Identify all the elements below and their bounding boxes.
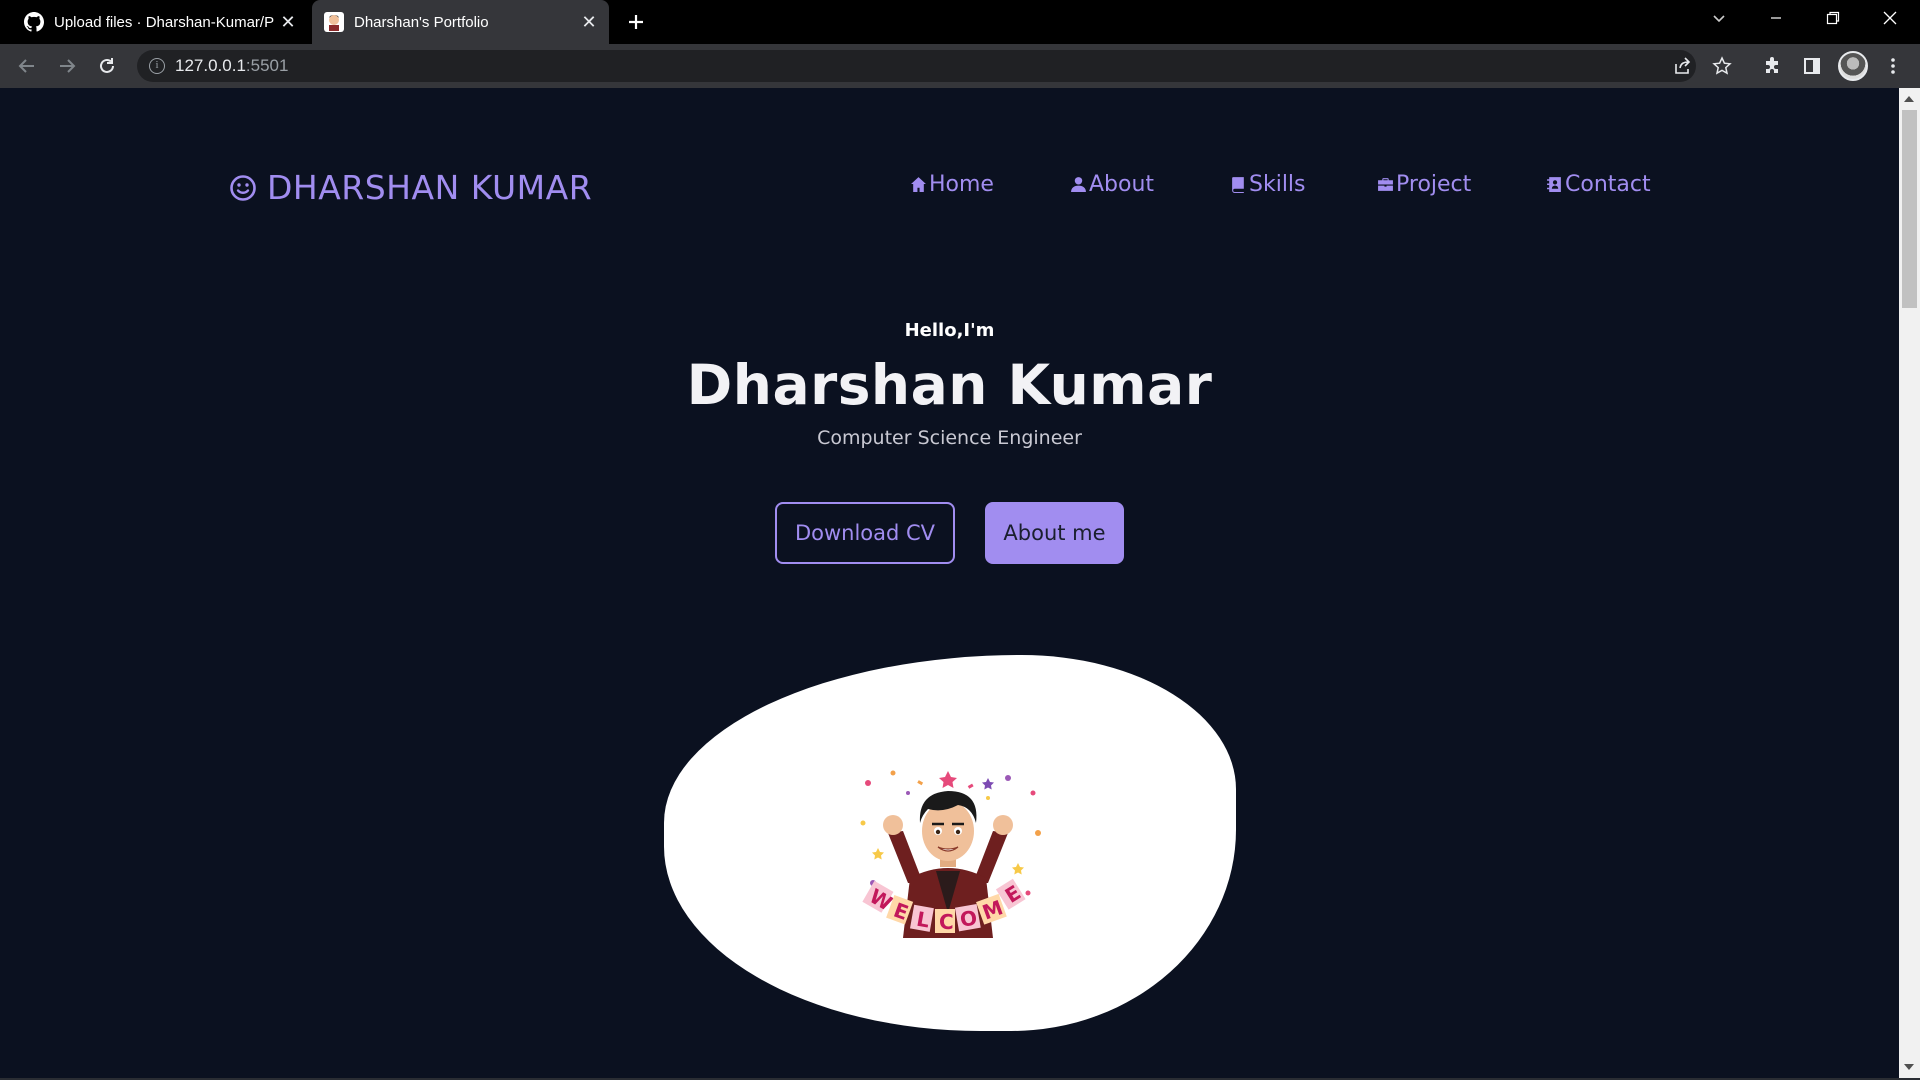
house-icon — [911, 177, 926, 192]
page-scrollbar[interactable] — [1899, 88, 1920, 1078]
new-tab-button[interactable] — [622, 8, 650, 36]
share-icon[interactable] — [1666, 50, 1698, 82]
back-arrow-icon[interactable] — [11, 50, 43, 82]
hero-greeting: Hello,I'm — [904, 320, 995, 341]
side-panel-icon[interactable] — [1796, 50, 1828, 82]
extensions-puzzle-icon[interactable] — [1756, 50, 1788, 82]
hero-image-blob: W E L C O M E — [664, 655, 1236, 1031]
restore-icon[interactable] — [1805, 0, 1861, 36]
close-icon[interactable]: ✕ — [577, 10, 601, 34]
nav-label: Skills — [1249, 172, 1306, 197]
scroll-up-arrow-icon[interactable] — [1904, 96, 1914, 102]
menu-kebab-icon[interactable] — [1877, 50, 1909, 82]
main-nav: Home About Skills Project Contact — [0, 172, 1899, 212]
browser-toolbar: i 127.0.0.1:5501 — [0, 44, 1920, 88]
site-info-icon[interactable]: i — [149, 58, 165, 74]
hero-role: Computer Science Engineer — [817, 427, 1082, 449]
tab-title: Dharshan's Portfolio — [354, 13, 489, 31]
reload-icon[interactable] — [91, 50, 123, 82]
page-viewport: DHARSHAN KUMAR Home About Skills Project… — [0, 88, 1899, 1078]
banner-letter: C — [939, 910, 954, 934]
nav-label: Project — [1396, 172, 1472, 197]
hero-name: Dharshan Kumar — [686, 353, 1213, 417]
minimize-icon[interactable] — [1748, 0, 1804, 36]
scroll-thumb[interactable] — [1902, 110, 1917, 308]
bookmark-star-icon[interactable] — [1706, 50, 1738, 82]
github-icon — [24, 12, 44, 32]
about-me-button[interactable]: About me — [985, 502, 1124, 564]
nav-label: Home — [929, 172, 994, 197]
welcome-bitmoji-image: W E L C O M E — [860, 770, 1041, 938]
url-host: 127.0.0.1 — [175, 56, 246, 75]
address-bar[interactable]: i 127.0.0.1:5501 — [137, 50, 1696, 82]
tab-upload-files[interactable]: Upload files · Dharshan-Kumar/P ✕ — [12, 0, 308, 44]
profile-avatar[interactable] — [1838, 51, 1868, 81]
close-icon[interactable]: ✕ — [276, 10, 300, 34]
nav-item-contact[interactable]: Contact — [1546, 172, 1651, 197]
nav-item-skills[interactable]: Skills — [1230, 172, 1306, 197]
nav-label: Contact — [1565, 172, 1651, 197]
address-book-icon — [1547, 177, 1561, 192]
scroll-down-arrow-icon[interactable] — [1904, 1064, 1914, 1070]
nav-item-about[interactable]: About — [1070, 172, 1154, 197]
nav-label: About — [1089, 172, 1155, 197]
nav-item-project[interactable]: Project — [1377, 172, 1471, 197]
bitmoji-favicon-icon — [324, 12, 344, 32]
nav-item-home[interactable]: Home — [910, 172, 994, 197]
forward-arrow-icon[interactable] — [51, 50, 83, 82]
tab-search-icon[interactable] — [1691, 0, 1747, 36]
tab-title: Upload files · Dharshan-Kumar/P — [54, 13, 275, 31]
tab-portfolio[interactable]: Dharshan's Portfolio ✕ — [312, 0, 609, 44]
user-icon — [1071, 177, 1086, 192]
book-icon — [1232, 177, 1244, 193]
tab-strip: Upload files · Dharshan-Kumar/P ✕ Dharsh… — [0, 0, 1920, 44]
window-close-icon[interactable] — [1862, 0, 1918, 36]
download-cv-button[interactable]: Download CV — [775, 502, 955, 564]
url-port: :5501 — [245, 56, 289, 75]
briefcase-icon — [1378, 178, 1393, 191]
